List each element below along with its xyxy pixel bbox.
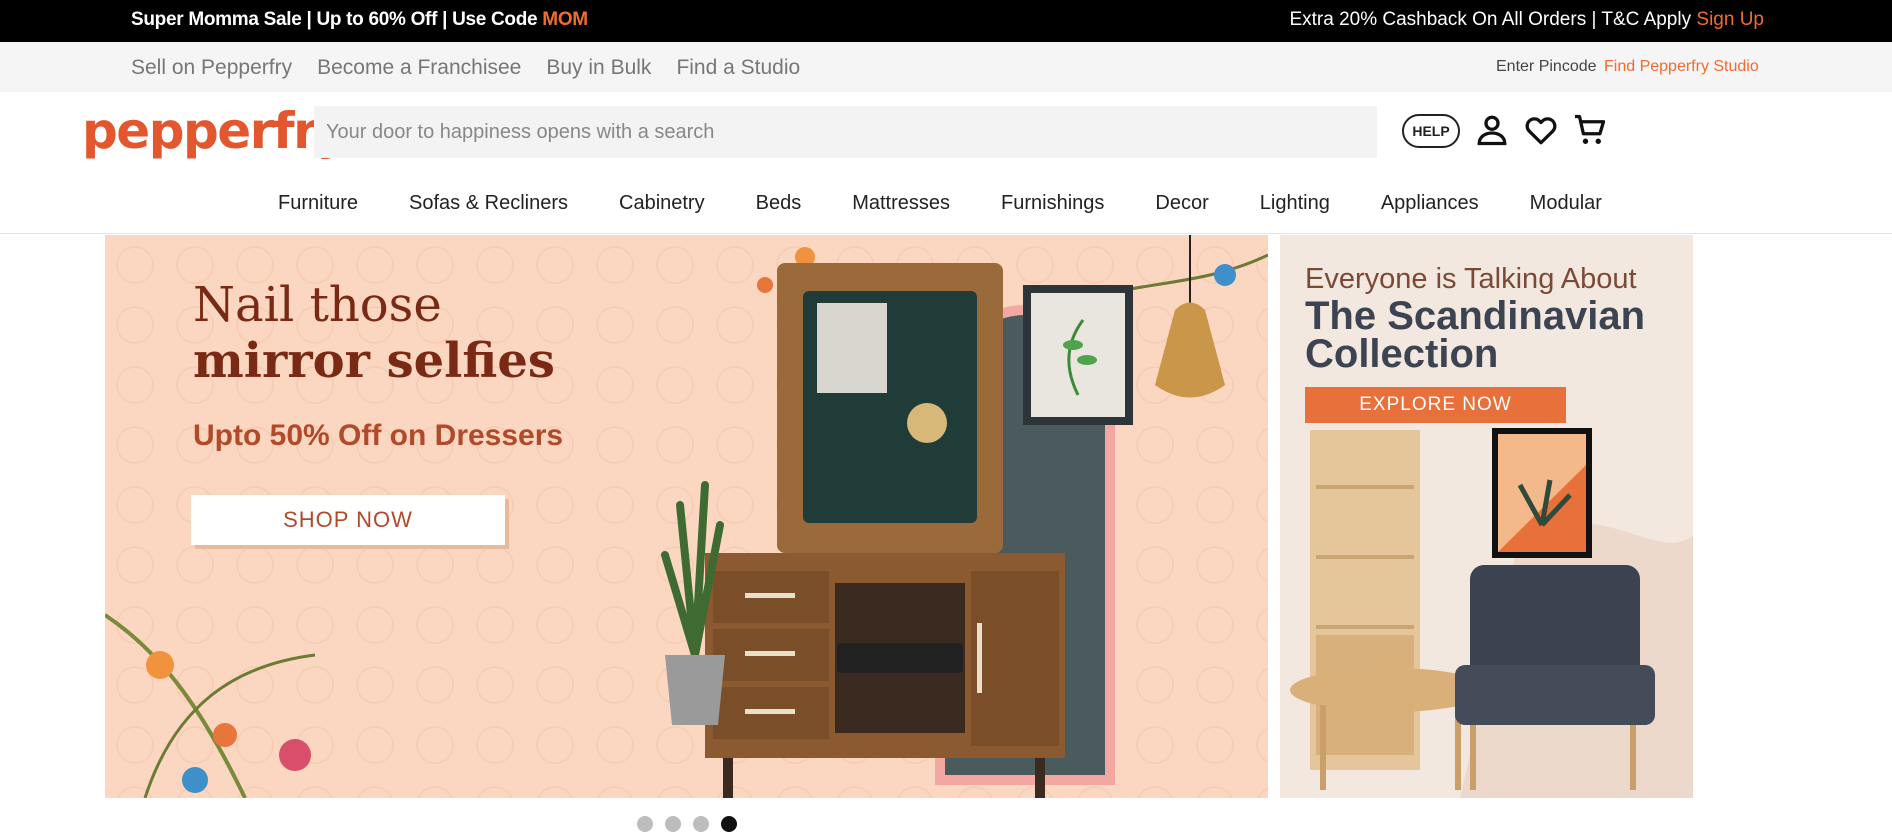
hero-line-2: mirror selfies [193,333,555,389]
search-input[interactable] [314,106,1377,158]
heart-icon[interactable] [1523,112,1559,148]
promo-bar: Super Momma Sale | Up to 60% Off | Use C… [0,0,1892,42]
dresser-mirror [777,263,1003,553]
carousel-dots [637,816,737,832]
carousel-dot-3[interactable] [693,816,709,832]
side-eyebrow: Everyone is Talking About [1305,263,1637,295]
pincode-link[interactable]: Enter Pincode [1496,58,1597,76]
dresser [705,553,1065,798]
nav-decor[interactable]: Decor [1155,192,1208,215]
promo-text: Super Momma Sale | Up to 60% Off | Use C… [131,9,588,31]
hero-heading: Nail those mirror selfies [193,277,555,389]
nav-mattresses[interactable]: Mattresses [852,192,950,215]
main-header: pepperfry HELP [0,92,1892,168]
nav-sofas-recliners[interactable]: Sofas & Recliners [409,192,568,215]
side-title: The Scandinavian Collection [1305,294,1646,376]
nav-furniture[interactable]: Furniture [278,192,358,215]
pepperfry-logo[interactable]: pepperfry [82,102,349,160]
explore-now-button[interactable]: EXPLORE NOW [1305,387,1566,423]
category-list: Furniture Sofas & Recliners Cabinetry Be… [278,192,1653,215]
pendant-lamp [1155,235,1225,398]
cashback-text: Extra 20% Cashback On All Orders | T&C A… [1289,9,1764,31]
nav-cabinetry[interactable]: Cabinetry [619,192,705,215]
cashback-label: Extra 20% Cashback On All Orders | T&C A… [1289,9,1697,30]
carousel-dot-1[interactable] [637,816,653,832]
hero-banner[interactable]: Nail those mirror selfies Upto 50% Off o… [105,235,1268,798]
hero-line-1: Nail those [193,277,442,333]
utility-links: Sell on Pepperfry Become a Franchisee Bu… [131,56,800,80]
studio-link[interactable]: Find Pepperfry Studio [1604,58,1759,76]
carousel-dot-2[interactable] [665,816,681,832]
franchisee-link[interactable]: Become a Franchisee [317,56,521,80]
find-studio-link[interactable]: Find a Studio [676,56,800,80]
utility-bar: Sell on Pepperfry Become a Franchisee Bu… [0,42,1892,92]
category-nav: Furniture Sofas & Recliners Cabinetry Be… [0,176,1892,234]
carousel-dot-4[interactable] [721,816,737,832]
signup-link[interactable]: Sign Up [1696,9,1764,30]
help-button[interactable]: HELP [1402,114,1460,148]
framed-art [1023,285,1133,425]
nav-appliances[interactable]: Appliances [1381,192,1479,215]
cart-icon[interactable] [1572,112,1608,148]
potted-plant [661,481,725,725]
promo-left-text: Super Momma Sale | Up to 60% Off | Use C… [131,9,543,30]
sell-link[interactable]: Sell on Pepperfry [131,56,292,80]
nav-modular[interactable]: Modular [1530,192,1602,215]
nav-beds[interactable]: Beds [756,192,802,215]
bulk-link[interactable]: Buy in Bulk [546,56,651,80]
shop-now-button[interactable]: SHOP NOW [191,495,505,545]
hero-offer: Upto 50% Off on Dressers [193,419,564,452]
nav-lighting[interactable]: Lighting [1260,192,1330,215]
side-banner[interactable]: Everyone is Talking About The Scandinavi… [1280,235,1693,798]
promo-code: MOM [542,9,588,30]
user-icon[interactable] [1474,112,1510,148]
nav-furnishings[interactable]: Furnishings [1001,192,1104,215]
